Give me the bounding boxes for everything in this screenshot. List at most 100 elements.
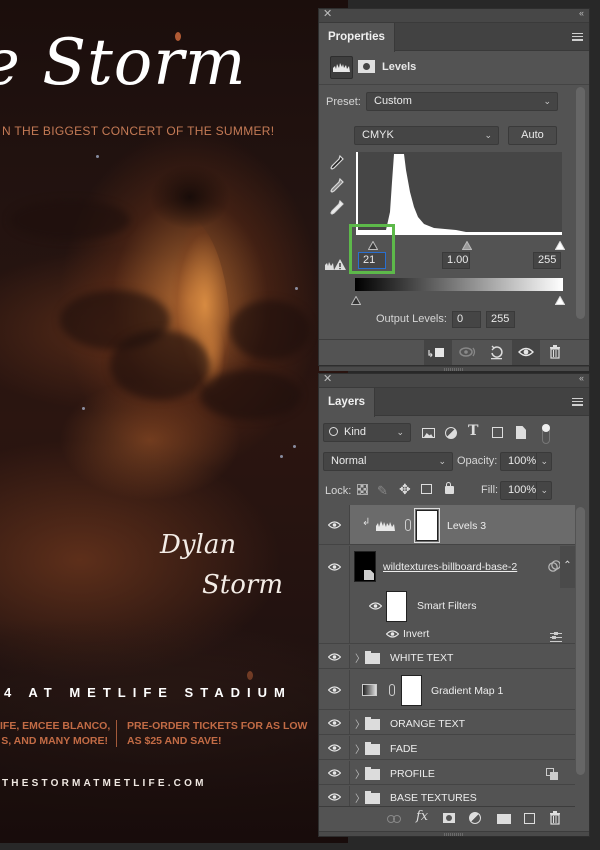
gamma-input-slider[interactable] (461, 237, 473, 250)
shape-layer-filter-icon[interactable] (492, 427, 503, 438)
lock-artboard-icon[interactable] (421, 484, 432, 494)
levels-adjustment-icon[interactable] (330, 56, 353, 79)
adjustment-title: Levels (382, 61, 417, 73)
layer-mask-thumbnail[interactable] (414, 508, 440, 543)
layer-row-invert[interactable]: Invert (319, 624, 575, 644)
layer-mask-thumbnail[interactable] (401, 675, 422, 706)
properties-scrollbar[interactable] (576, 87, 585, 319)
layers-resize-grip[interactable] (319, 831, 589, 836)
panel-menu-icon[interactable] (572, 33, 583, 41)
eye-icon[interactable] (369, 602, 382, 610)
eye-icon[interactable] (386, 630, 399, 638)
delete-adjustment-button[interactable] (541, 340, 569, 365)
reset-button[interactable] (483, 340, 511, 365)
toggle-visibility-button[interactable] (512, 340, 540, 365)
new-group-icon[interactable] (497, 814, 511, 824)
black-output-slider[interactable] (350, 292, 362, 305)
eye-column (319, 624, 350, 643)
delete-icon[interactable] (549, 811, 561, 825)
panel-menu-icon[interactable] (572, 398, 583, 406)
output-black-field[interactable]: 0 (452, 311, 481, 328)
poster-tagline: N THE BIGGEST CONCERT OF THE SUMMER! (2, 124, 275, 138)
eye-icon (328, 686, 341, 694)
expand-group-icon[interactable]: 〉 (355, 766, 365, 781)
gray-point-eyedropper-icon[interactable] (330, 177, 344, 194)
close-icon[interactable]: ✕ (323, 7, 332, 20)
black-point-eyedropper-icon[interactable] (330, 154, 344, 171)
expand-group-icon[interactable]: 〉 (355, 741, 365, 756)
white-point-eyedropper-icon[interactable] (330, 199, 344, 216)
visibility-toggle[interactable] (319, 546, 350, 588)
layer-row-base-textures[interactable]: 〉 BASE TEXTURES (319, 786, 575, 807)
expand-group-icon[interactable]: 〉 (355, 790, 365, 805)
fx-icon[interactable]: fx (416, 809, 428, 824)
adjustment-layer-filter-icon[interactable] (445, 427, 457, 439)
expand-group-icon[interactable]: 〉 (355, 716, 365, 731)
properties-resize-grip[interactable] (319, 366, 589, 371)
link-layers-icon[interactable] (387, 815, 401, 823)
visibility-toggle[interactable] (319, 711, 350, 734)
lineup-line-1: IFE, EMCEE BLANCO, (0, 720, 111, 732)
close-icon[interactable]: ✕ (323, 372, 332, 385)
collapse-panel-icon[interactable]: ‹‹ (579, 373, 584, 383)
layers-scrollbar[interactable] (576, 507, 585, 775)
smart-object-thumbnail[interactable] (354, 551, 376, 582)
tab-properties[interactable]: Properties (319, 23, 395, 52)
opacity-field[interactable]: 100% ⌄ (500, 452, 552, 471)
mask-icon[interactable] (358, 60, 375, 73)
output-white-field[interactable]: 255 (486, 311, 515, 328)
white-output-slider[interactable] (554, 292, 566, 305)
lineup-text: IFE, EMCEE BLANCO, S, AND MANY MORE! (0, 719, 111, 749)
filter-toggle-switch[interactable] (542, 424, 550, 444)
tab-layers[interactable]: Layers (319, 388, 376, 417)
gamma-input-field[interactable]: 1.00 (442, 252, 470, 269)
lock-position-icon[interactable]: ✥ (399, 481, 411, 498)
layer-row-orange-text[interactable]: 〉 ORANGE TEXT (319, 711, 575, 735)
layer-name[interactable]: wildtextures-billboard-base-2 (383, 561, 517, 573)
lock-image-pixels-icon[interactable]: ✎ (377, 483, 388, 499)
layer-row-profile[interactable]: 〉 PROFILE (319, 761, 575, 785)
layer-row-fade[interactable]: 〉 FADE (319, 736, 575, 760)
filter-blending-options-icon[interactable] (550, 629, 562, 642)
lock-all-icon[interactable] (445, 482, 454, 494)
type-layer-filter-icon[interactable]: T (468, 423, 478, 439)
layer-row-gradient-map-1[interactable]: Gradient Map 1 (319, 670, 575, 710)
white-input-slider[interactable] (554, 237, 566, 250)
layer-row-wildtextures[interactable]: wildtextures-billboard-base-2 ⌃ (319, 546, 575, 588)
visibility-toggle[interactable] (319, 786, 350, 806)
chevron-down-icon: ⌄ (536, 453, 548, 470)
white-input-field[interactable]: 255 (533, 252, 561, 269)
layers-footer: fx (319, 808, 589, 830)
collapse-panel-icon[interactable]: ‹‹ (579, 8, 584, 18)
smart-filter-mask-thumbnail[interactable] (386, 591, 407, 622)
layer-row-white-text[interactable]: 〉 WHITE TEXT (319, 645, 575, 669)
fill-field[interactable]: 100% ⌄ (500, 481, 552, 500)
layer-row-levels-3[interactable]: ↲ Levels 3 (319, 505, 575, 545)
clipping-warning-icon[interactable] (325, 258, 347, 271)
expand-group-icon[interactable]: 〉 (355, 650, 365, 665)
output-levels-label: Output Levels: (376, 313, 447, 325)
preset-dropdown[interactable]: Custom ⌄ (366, 92, 558, 111)
black-input-field[interactable]: 21 (358, 252, 386, 269)
add-mask-icon[interactable] (443, 813, 455, 823)
filter-kind-dropdown[interactable]: Kind ⌄ (323, 423, 411, 442)
visibility-toggle[interactable] (319, 505, 350, 544)
document-canvas[interactable]: e Storm N THE BIGGEST CONCERT OF THE SUM… (0, 0, 348, 843)
layer-row-smart-filters[interactable]: Smart Filters (319, 588, 575, 624)
new-adjustment-icon[interactable] (469, 812, 481, 824)
blend-mode-dropdown[interactable]: Normal ⌄ (323, 452, 453, 471)
pixel-layer-filter-icon[interactable] (422, 428, 435, 438)
visibility-toggle[interactable] (319, 736, 350, 759)
visibility-toggle[interactable] (319, 670, 350, 709)
channel-dropdown[interactable]: CMYK ⌄ (354, 126, 499, 145)
lock-transparent-pixels-icon[interactable] (357, 484, 368, 495)
clip-to-layer-button[interactable] (424, 340, 452, 365)
opacity-value: 100% (508, 455, 537, 467)
smart-object-filter-icon[interactable] (516, 426, 526, 439)
visibility-toggle[interactable] (319, 645, 350, 668)
visibility-toggle[interactable] (319, 761, 350, 784)
view-previous-button[interactable] (454, 340, 482, 365)
auto-button[interactable]: Auto (508, 126, 557, 145)
collapse-effects-button[interactable]: ⌃ (560, 546, 575, 588)
new-layer-icon[interactable] (524, 813, 535, 824)
